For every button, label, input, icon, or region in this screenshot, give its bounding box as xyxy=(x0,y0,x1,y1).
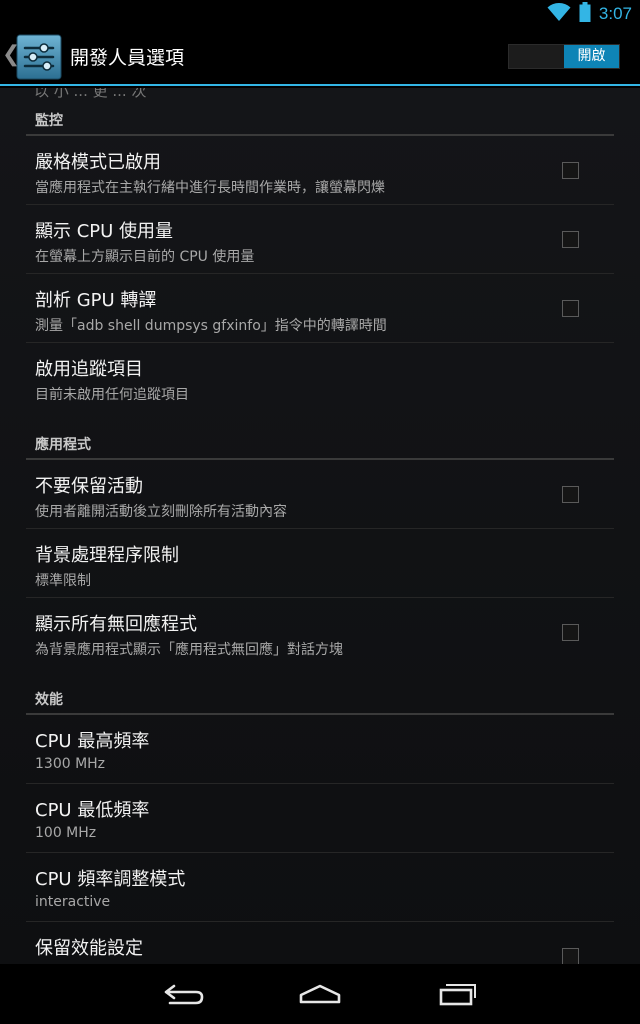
section-header-text: 效能 xyxy=(35,692,63,708)
page-title: 開發人員選項 xyxy=(70,47,185,69)
preference-summary: 當應用程式在主執行緒中進行長時間作業時，讓螢幕閃爍 xyxy=(35,180,385,196)
preference-checkbox[interactable] xyxy=(562,231,579,248)
preference-item[interactable]: 顯示所有無回應程式為背景應用程式顯示「應用程式無回應」對話方塊 xyxy=(26,598,614,667)
back-icon[interactable] xyxy=(156,978,212,1010)
preference-summary: 1300 MHz xyxy=(35,756,106,772)
preference-item[interactable]: 保留效能設定開機時保留目前的效能設定 xyxy=(26,922,614,964)
wifi-icon xyxy=(547,2,571,26)
preference-summary: 在螢幕上方顯示目前的 CPU 使用量 xyxy=(35,249,255,265)
preference-summary: 使用者離開活動後立刻刪除所有活動內容 xyxy=(35,504,287,520)
section-header-text: 應用程式 xyxy=(35,437,91,453)
preference-title: 顯示所有無回應程式 xyxy=(35,614,197,635)
preference-title: 背景處理程序限制 xyxy=(35,545,179,566)
status-bar: 3:07 xyxy=(0,0,640,28)
preference-checkbox[interactable] xyxy=(562,486,579,503)
preference-summary: 100 MHz xyxy=(35,825,97,841)
battery-icon xyxy=(579,2,591,26)
preference-summary: 測量「adb shell dumpsys gfxinfo」指令中的轉譯時間 xyxy=(35,318,387,334)
switch-thumb-label: 開啟 xyxy=(564,45,619,68)
developer-options-app-icon[interactable] xyxy=(16,34,62,80)
preference-title: 不要保留活動 xyxy=(35,476,143,497)
preference-item[interactable]: CPU 最高頻率 1300 MHz xyxy=(26,715,614,784)
preference-item[interactable]: 顯示 CPU 使用量在螢幕上方顯示目前的 CPU 使用量 xyxy=(26,205,614,274)
preference-summary: 為背景應用程式顯示「應用程式無回應」對話方塊 xyxy=(35,642,343,658)
preference-item[interactable]: 剖析 GPU 轉譯測量「adb shell dumpsys gfxinfo」指令… xyxy=(26,274,614,343)
preference-list[interactable]: 以 小 ... 更 ... 次 監控 嚴格模式已啟用 當應用程式在主執行緒中進行長時… xyxy=(0,88,640,964)
preference-title: 嚴格模式已啟用 xyxy=(35,152,161,173)
section-header: 效能 xyxy=(26,667,614,715)
preference-checkbox[interactable] xyxy=(562,948,579,964)
preference-title: CPU 最高頻率 xyxy=(35,731,150,752)
preference-summary: 目前未啟用任何追蹤項目 xyxy=(35,387,189,403)
clock: 3:07 xyxy=(598,4,632,23)
preference-title: CPU 最低頻率 xyxy=(35,800,150,821)
recents-icon[interactable] xyxy=(430,978,486,1010)
action-bar: ❮ 開發人員選項 開啟 xyxy=(0,28,640,86)
preference-item[interactable]: CPU 最低頻率 100 MHz xyxy=(26,784,614,853)
preference-title: CPU 頻率調整模式 xyxy=(35,869,186,890)
home-icon[interactable] xyxy=(292,978,348,1010)
preference-checkbox[interactable] xyxy=(562,162,579,179)
preference-title: 保留效能設定 xyxy=(35,938,143,959)
preference-item[interactable]: CPU 頻率調整模式 interactive xyxy=(26,853,614,922)
preference-summary: 標準限制 xyxy=(35,573,91,589)
section-header: 監控 xyxy=(26,88,614,136)
preference-title: 剖析 GPU 轉譯 xyxy=(35,290,157,311)
preference-item[interactable]: 背景處理程序限制標準限制 xyxy=(26,529,614,598)
section-header-text: 監控 xyxy=(35,113,63,129)
developer-options-switch[interactable]: 開啟 xyxy=(508,44,620,69)
preference-title: 顯示 CPU 使用量 xyxy=(35,221,174,242)
status-icons: 3:07 xyxy=(547,2,632,26)
preference-checkbox[interactable] xyxy=(562,300,579,317)
navigation-bar xyxy=(0,964,640,1024)
preference-title: 啟用追蹤項目 xyxy=(35,359,143,380)
preference-item[interactable]: 嚴格模式已啟用當應用程式在主執行緒中進行長時間作業時，讓螢幕閃爍 xyxy=(26,136,614,205)
preference-checkbox[interactable] xyxy=(562,624,579,641)
preference-item[interactable]: 不要保留活動使用者離開活動後立刻刪除所有活動內容 xyxy=(26,460,614,529)
section-header: 應用程式 xyxy=(26,412,614,460)
preference-summary: interactive xyxy=(35,894,111,910)
preference-item[interactable]: 啟用追蹤項目目前未啟用任何追蹤項目 xyxy=(26,343,614,412)
